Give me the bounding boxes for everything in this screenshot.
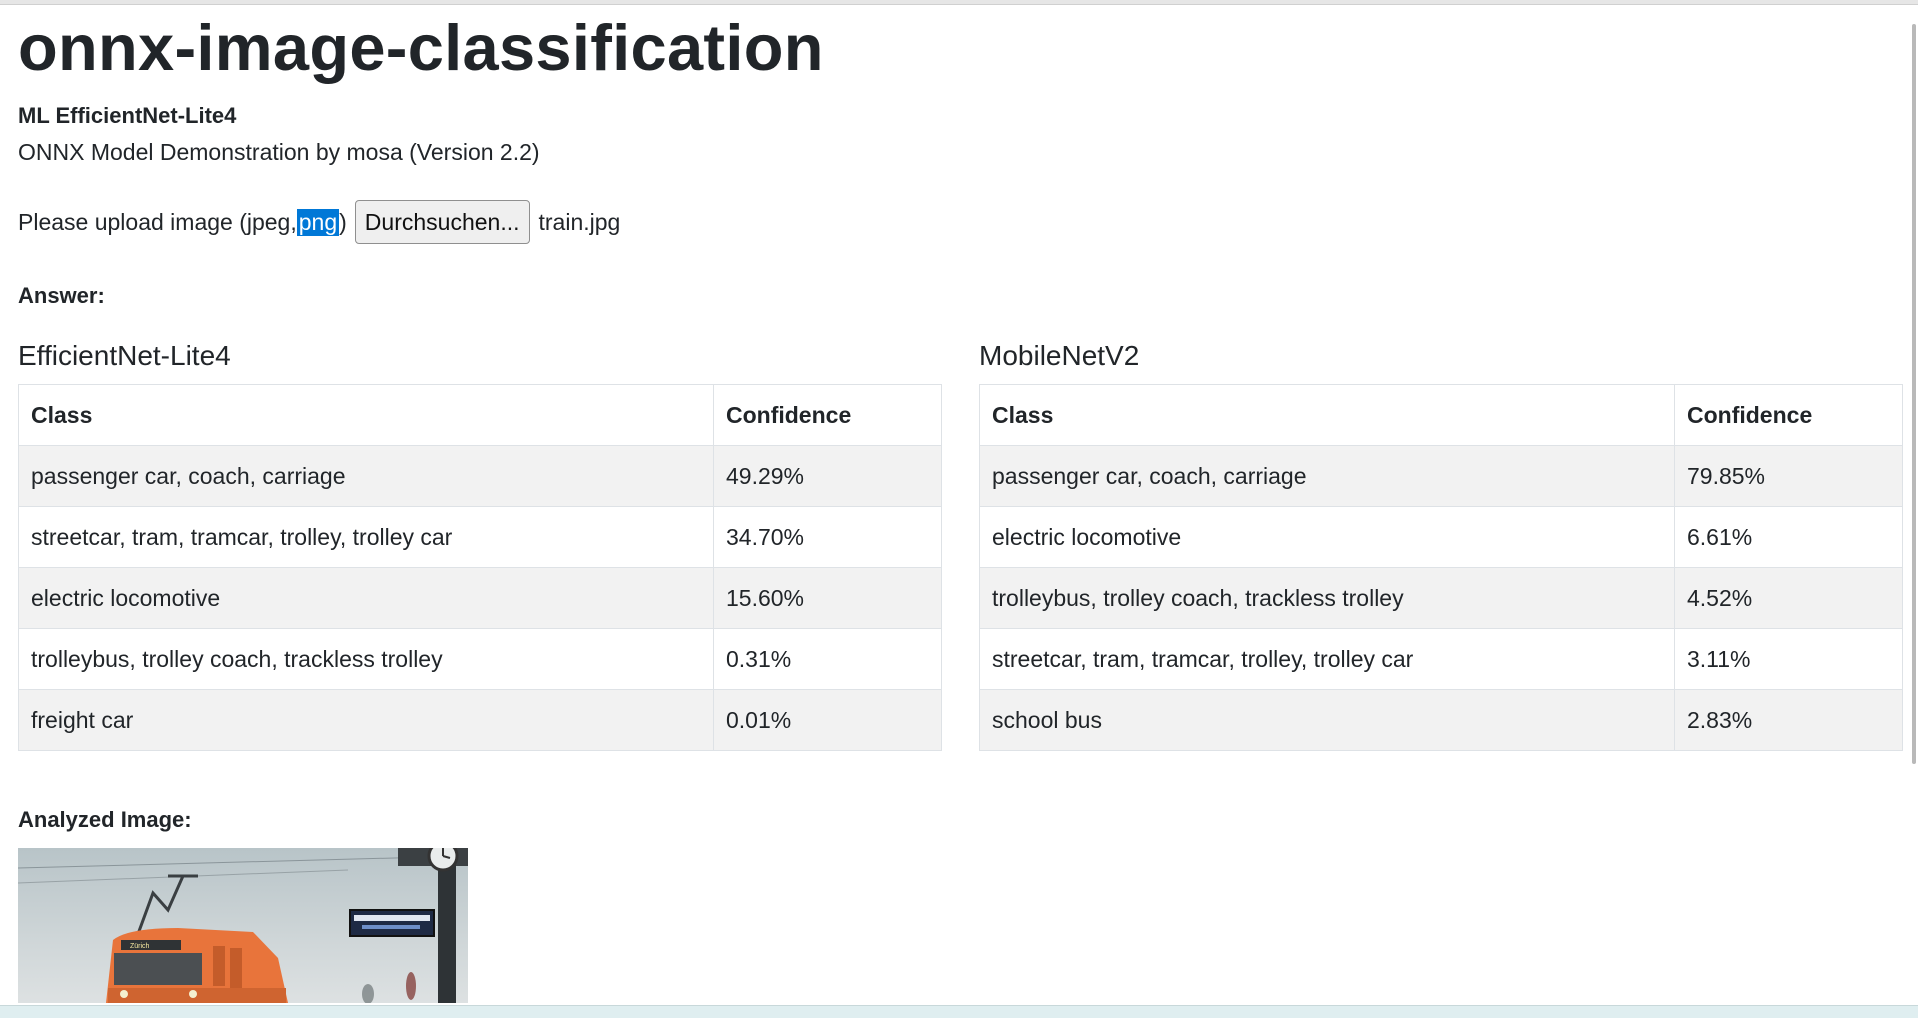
class-cell: streetcar, tram, tramcar, trolley, troll… [18,506,714,568]
browse-file-button[interactable]: Durchsuchen... [354,200,530,244]
table-row: passenger car, coach, carriage 49.29% [18,445,942,507]
model-name: ML EfficientNet-Lite4 [18,103,237,128]
table-row: passenger car, coach, carriage 79.85% [979,445,1903,507]
efficientnet-table: Class Confidence passenger car, coach, c… [18,384,942,751]
class-cell: trolleybus, trolley coach, trackless tro… [979,567,1675,629]
confidence-cell: 4.52% [1674,567,1903,629]
confidence-cell: 3.11% [1674,628,1903,690]
confidence-cell: 49.29% [713,445,942,507]
efficientnet-results: EfficientNet-Lite4 Class Confidence pass… [18,339,942,751]
upload-label-suffix: ) [339,208,347,235]
table-row: freight car 0.01% [18,689,942,751]
column-header-class: Class [979,384,1675,446]
column-header-class: Class [18,384,714,446]
confidence-cell: 15.60% [713,567,942,629]
byline: ONNX Model Demonstration by mosa (Versio… [18,139,540,165]
upload-label-prefix: Please upload image (jpeg, [18,208,297,235]
class-cell: electric locomotive [18,567,714,629]
column-header-confidence: Confidence [1674,384,1903,446]
column-header-confidence: Confidence [713,384,942,446]
train-photo-illustration: Zürich [18,848,468,1003]
selected-file-name: train.jpg [538,208,621,235]
efficientnet-title: EfficientNet-Lite4 [18,340,231,371]
class-cell: passenger car, coach, carriage [979,445,1675,507]
table-row: streetcar, tram, tramcar, trolley, troll… [18,506,942,568]
page-scrollbar[interactable] [1910,4,1918,1004]
table-row: electric locomotive 6.61% [979,506,1903,568]
confidence-cell: 79.85% [1674,445,1903,507]
upload-row: Please upload image (jpeg, png ) Durchsu… [18,200,1903,244]
mobilenet-table: Class Confidence passenger car, coach, c… [979,384,1903,751]
table-row: trolleybus, trolley coach, trackless tro… [18,628,942,690]
answer-label: Answer: [18,283,105,308]
confidence-cell: 2.83% [1674,689,1903,751]
mobilenet-title: MobileNetV2 [979,340,1140,371]
table-row: school bus 2.83% [979,689,1903,751]
analyzed-image: Zürich [18,848,468,1003]
table-header-row: Class Confidence [979,384,1903,446]
table-row: trolleybus, trolley coach, trackless tro… [979,567,1903,629]
table-row: electric locomotive 15.60% [18,567,942,629]
class-cell: electric locomotive [979,506,1675,568]
taskbar-strip [0,1005,1918,1018]
class-cell: freight car [18,689,714,751]
upload-label-selected-text: png [296,208,340,236]
class-cell: school bus [979,689,1675,751]
page-content: onnx-image-classification ML EfficientNe… [18,4,1903,833]
table-header-row: Class Confidence [18,384,942,446]
confidence-cell: 34.70% [713,506,942,568]
table-row: streetcar, tram, tramcar, trolley, troll… [979,628,1903,690]
mobilenet-results: MobileNetV2 Class Confidence passenger c… [979,339,1903,751]
analyzed-image-label: Analyzed Image: [18,807,192,832]
class-cell: streetcar, tram, tramcar, trolley, troll… [979,628,1675,690]
scrollbar-thumb[interactable] [1912,24,1916,764]
confidence-cell: 6.61% [1674,506,1903,568]
svg-text:Zürich: Zürich [130,943,150,950]
results-section: EfficientNet-Lite4 Class Confidence pass… [18,339,1903,751]
class-cell: passenger car, coach, carriage [18,445,714,507]
confidence-cell: 0.01% [713,689,942,751]
class-cell: trolleybus, trolley coach, trackless tro… [18,628,714,690]
confidence-cell: 0.31% [713,628,942,690]
page-title: onnx-image-classification [18,11,824,84]
